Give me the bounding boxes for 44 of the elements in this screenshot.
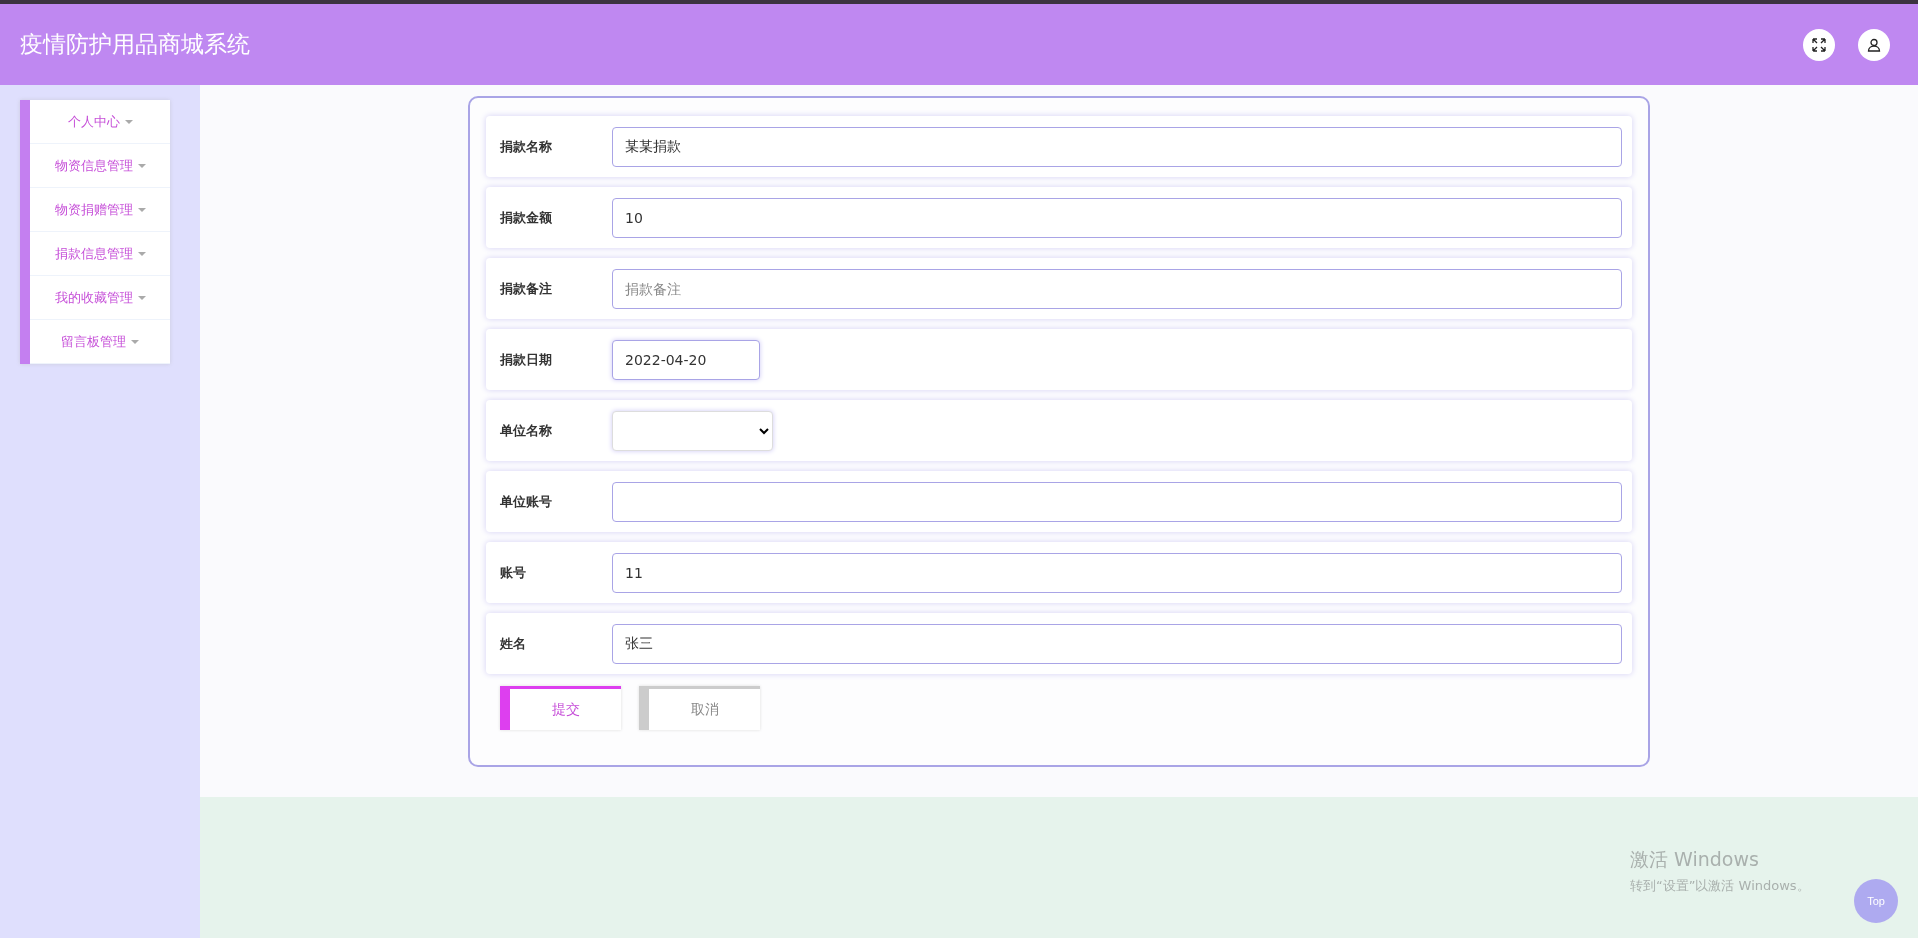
field-label: 账号 <box>500 563 527 582</box>
caret-icon <box>137 207 146 212</box>
sidebar-item[interactable]: 个人中心 <box>30 100 170 144</box>
text-field[interactable] <box>612 481 1622 522</box>
menu-label: 物资信息管理 <box>54 156 133 175</box>
field-label: 单位账号 <box>500 492 553 511</box>
caret-icon <box>124 119 133 124</box>
sidebar-item[interactable]: 物资捐赠管理 <box>30 188 170 232</box>
cancel-button[interactable]: 取消 <box>639 686 760 730</box>
menu-label: 物资捐赠管理 <box>54 200 133 219</box>
menu-label: 个人中心 <box>67 112 120 131</box>
field-label: 捐款金额 <box>500 208 553 227</box>
menu-label: 我的收藏管理 <box>54 288 133 307</box>
app-title: 疫情防护用品商城系统 <box>20 30 250 59</box>
fullscreen-icon <box>1812 37 1826 52</box>
user-icon <box>1867 37 1881 52</box>
sidebar-item[interactable]: 我的收藏管理 <box>30 276 170 320</box>
submit-button[interactable]: 提交 <box>500 686 621 730</box>
text-field[interactable]: 某某捐款 <box>612 126 1622 167</box>
activation-text: 转到“设置”以激活 Windows。 <box>1630 877 1810 895</box>
caret-icon <box>137 163 146 168</box>
text-field[interactable]: 捐款备注 <box>612 268 1622 309</box>
field-label: 捐款备注 <box>500 279 553 298</box>
sidebar-item[interactable]: 物资信息管理 <box>30 144 170 188</box>
date-field[interactable]: 2022-04-20 <box>612 339 760 380</box>
field-label: 姓名 <box>500 634 527 653</box>
sidebar-item[interactable]: 捐款信息管理 <box>30 232 170 276</box>
menu-label: 留言板管理 <box>61 332 126 351</box>
field-label: 单位名称 <box>500 421 553 440</box>
text-field[interactable]: 张三 <box>612 623 1622 664</box>
caret-icon <box>137 251 146 256</box>
text-field[interactable]: 10 <box>612 197 1622 238</box>
select-field[interactable] <box>612 410 773 451</box>
field-label: 捐款日期 <box>500 350 553 369</box>
field-label: 捐款名称 <box>500 137 553 156</box>
caret-icon <box>137 295 146 300</box>
activation-title: 激活 Windows <box>1630 847 1760 872</box>
menu-label: 捐款信息管理 <box>54 244 133 263</box>
caret-icon <box>131 339 139 344</box>
fullscreen-button[interactable] <box>1803 28 1835 61</box>
sidebar-item[interactable]: 留言板管理 <box>30 320 170 364</box>
text-field[interactable]: 11 <box>612 552 1622 593</box>
user-button[interactable] <box>1858 28 1890 61</box>
back-to-top-button[interactable]: Top <box>1854 879 1898 923</box>
